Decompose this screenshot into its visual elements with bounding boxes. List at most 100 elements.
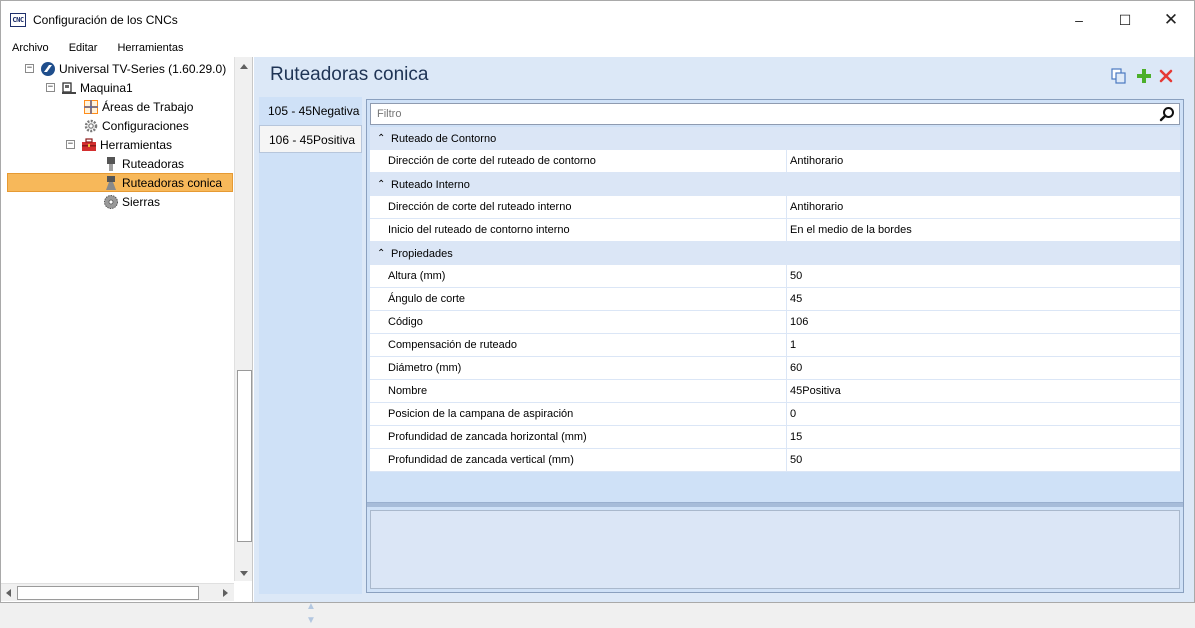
tree-node-universal[interactable]: − Universal TV-Series (1.60.29.0) bbox=[25, 59, 226, 78]
tree-node-ruteadoras-conica[interactable]: Ruteadoras conica bbox=[7, 173, 233, 192]
property-row[interactable]: Dirección de corte del ruteado de contor… bbox=[370, 150, 1180, 173]
tabs-scroll-arrows-icon[interactable]: ▲ ▼ bbox=[306, 600, 316, 628]
menu-editar[interactable]: Editar bbox=[58, 42, 107, 54]
property-name: Altura (mm) bbox=[388, 270, 446, 282]
property-name: Dirección de corte del ruteado interno bbox=[388, 201, 572, 213]
gear-icon bbox=[84, 119, 98, 132]
tree-node-label: Maquina1 bbox=[80, 80, 133, 95]
router-bit-icon bbox=[107, 156, 115, 171]
universal-logo-icon bbox=[41, 61, 55, 76]
scroll-thumb[interactable] bbox=[17, 586, 199, 600]
property-name: Profundidad de zancada horizontal (mm) bbox=[388, 431, 587, 443]
tree-node-label: Ruteadoras conica bbox=[122, 175, 223, 190]
property-name: Profundidad de zancada vertical (mm) bbox=[388, 454, 574, 466]
property-row[interactable]: Ángulo de corte 45 bbox=[370, 288, 1180, 311]
collapse-toggle-icon[interactable]: − bbox=[66, 140, 75, 149]
scroll-down-arrow-icon[interactable] bbox=[240, 571, 248, 576]
property-row[interactable]: Profundidad de zancada horizontal (mm) 1… bbox=[370, 426, 1180, 449]
tab-105-45negativa[interactable]: 105 - 45Negativa bbox=[259, 97, 362, 125]
property-name: Compensación de ruteado bbox=[388, 339, 518, 351]
collapse-toggle-icon[interactable]: − bbox=[46, 83, 55, 92]
property-row[interactable]: Inicio del ruteado de contorno interno E… bbox=[370, 219, 1180, 242]
property-value[interactable]: En el medio de la bordes bbox=[786, 219, 1179, 241]
collapse-caret-icon[interactable]: ⌃ bbox=[377, 248, 391, 259]
scroll-up-arrow-icon[interactable] bbox=[240, 64, 248, 69]
scroll-right-arrow-icon[interactable] bbox=[223, 589, 228, 597]
property-row[interactable]: Compensación de ruteado 1 bbox=[370, 334, 1180, 357]
menu-archivo[interactable]: Archivo bbox=[1, 42, 58, 54]
property-name: Ángulo de corte bbox=[388, 293, 466, 305]
filter-input[interactable] bbox=[371, 104, 1151, 124]
page-title: Ruteadoras conica bbox=[270, 64, 429, 85]
property-name: Inicio del ruteado de contorno interno bbox=[388, 224, 570, 236]
tree-node-label: Configuraciones bbox=[102, 118, 189, 133]
close-button[interactable]: ✕ bbox=[1148, 1, 1194, 39]
main-window: CNC Configuración de los CNCs – ☐ ✕ Arch… bbox=[0, 0, 1195, 626]
property-value[interactable]: Antihorario bbox=[786, 196, 1179, 218]
property-value[interactable]: 1 bbox=[786, 334, 1179, 356]
description-pane bbox=[370, 510, 1180, 589]
editor-panel: Ruteadoras conica 105 - 45Negativa 106 -… bbox=[254, 57, 1194, 626]
description-splitter[interactable] bbox=[367, 502, 1183, 507]
property-row[interactable]: Dirección de corte del ruteado interno A… bbox=[370, 196, 1180, 219]
collapse-caret-icon[interactable]: ⌃ bbox=[377, 133, 391, 144]
property-value[interactable]: 0 bbox=[786, 403, 1179, 425]
tree-node-configuraciones[interactable]: Configuraciones bbox=[83, 116, 189, 135]
property-value[interactable]: 106 bbox=[786, 311, 1179, 333]
tree-node-maquina1[interactable]: − Maquina1 bbox=[46, 78, 133, 97]
delete-icon[interactable] bbox=[1158, 68, 1174, 84]
property-row[interactable]: Profundidad de zancada vertical (mm) 50 bbox=[370, 449, 1180, 472]
property-grid: ⌃ Ruteado de Contorno Dirección de corte… bbox=[366, 99, 1184, 593]
category-ruteado-de-contorno[interactable]: ⌃ Ruteado de Contorno bbox=[370, 127, 1180, 150]
property-row[interactable]: Posicion de la campana de aspiración 0 bbox=[370, 403, 1180, 426]
property-value[interactable]: 45Positiva bbox=[786, 380, 1179, 402]
tree-node-ruteadoras[interactable]: Ruteadoras bbox=[103, 154, 184, 173]
minimize-button[interactable]: – bbox=[1056, 1, 1102, 39]
scroll-thumb[interactable] bbox=[237, 370, 252, 542]
category-propiedades[interactable]: ⌃ Propiedades bbox=[370, 242, 1180, 265]
property-value[interactable]: 60 bbox=[786, 357, 1179, 379]
tree-node-herramientas[interactable]: − Herramientas bbox=[66, 135, 172, 154]
collapse-caret-icon[interactable]: ⌃ bbox=[377, 179, 391, 190]
machine-icon bbox=[62, 81, 76, 94]
filter-box[interactable] bbox=[370, 103, 1180, 125]
menu-bar: Archivo Editar Herramientas bbox=[1, 39, 1194, 57]
property-value[interactable]: 50 bbox=[786, 449, 1179, 471]
title-bar[interactable]: CNC Configuración de los CNCs – ☐ ✕ bbox=[1, 1, 1194, 39]
tree-node-areas-de-trabajo[interactable]: Áreas de Trabajo bbox=[83, 97, 193, 116]
saw-icon bbox=[104, 194, 118, 209]
property-value[interactable]: 45 bbox=[786, 288, 1179, 310]
tab-106-45positiva[interactable]: 106 - 45Positiva bbox=[259, 125, 362, 153]
property-name: Dirección de corte del ruteado de contor… bbox=[388, 155, 596, 167]
maximize-button[interactable]: ☐ bbox=[1102, 1, 1148, 39]
collapse-toggle-icon[interactable]: − bbox=[25, 64, 34, 73]
property-value[interactable]: 15 bbox=[786, 426, 1179, 448]
tree-horizontal-scrollbar[interactable] bbox=[1, 583, 234, 601]
property-row[interactable]: Diámetro (mm) 60 bbox=[370, 357, 1180, 380]
add-icon[interactable] bbox=[1136, 68, 1152, 84]
property-row[interactable]: Nombre 45Positiva bbox=[370, 380, 1180, 403]
tree-node-sierras[interactable]: Sierras bbox=[103, 192, 160, 211]
property-row[interactable]: Altura (mm) 50 bbox=[370, 265, 1180, 288]
menu-herramientas[interactable]: Herramientas bbox=[106, 42, 192, 54]
conical-router-icon bbox=[106, 175, 116, 190]
cnc-app-icon: CNC bbox=[10, 13, 26, 27]
tree-panel: − Universal TV-Series (1.60.29.0) − Maqu… bbox=[1, 57, 253, 602]
copy-icon[interactable] bbox=[1111, 68, 1127, 84]
category-ruteado-interno[interactable]: ⌃ Ruteado Interno bbox=[370, 173, 1180, 196]
property-name: Nombre bbox=[388, 385, 428, 397]
tree-node-label: Ruteadoras bbox=[122, 156, 185, 171]
property-name: Diámetro (mm) bbox=[388, 362, 462, 374]
tree-node-label: Herramientas bbox=[100, 137, 173, 152]
tree-node-label: Universal TV-Series (1.60.29.0) bbox=[59, 61, 227, 76]
tree-node-label: Sierras bbox=[122, 194, 161, 209]
tool-tabs: 105 - 45Negativa 106 - 45Positiva ▲ ▼ bbox=[259, 97, 362, 626]
window-title: Configuración de los CNCs bbox=[33, 13, 178, 27]
scroll-left-arrow-icon[interactable] bbox=[6, 589, 11, 597]
property-value[interactable]: Antihorario bbox=[786, 150, 1179, 172]
tree-vertical-scrollbar[interactable] bbox=[234, 57, 252, 581]
property-value[interactable]: 50 bbox=[786, 265, 1179, 287]
search-icon[interactable] bbox=[1159, 106, 1175, 122]
category-label: Ruteado de Contorno bbox=[391, 132, 497, 145]
property-row[interactable]: Código 106 bbox=[370, 311, 1180, 334]
